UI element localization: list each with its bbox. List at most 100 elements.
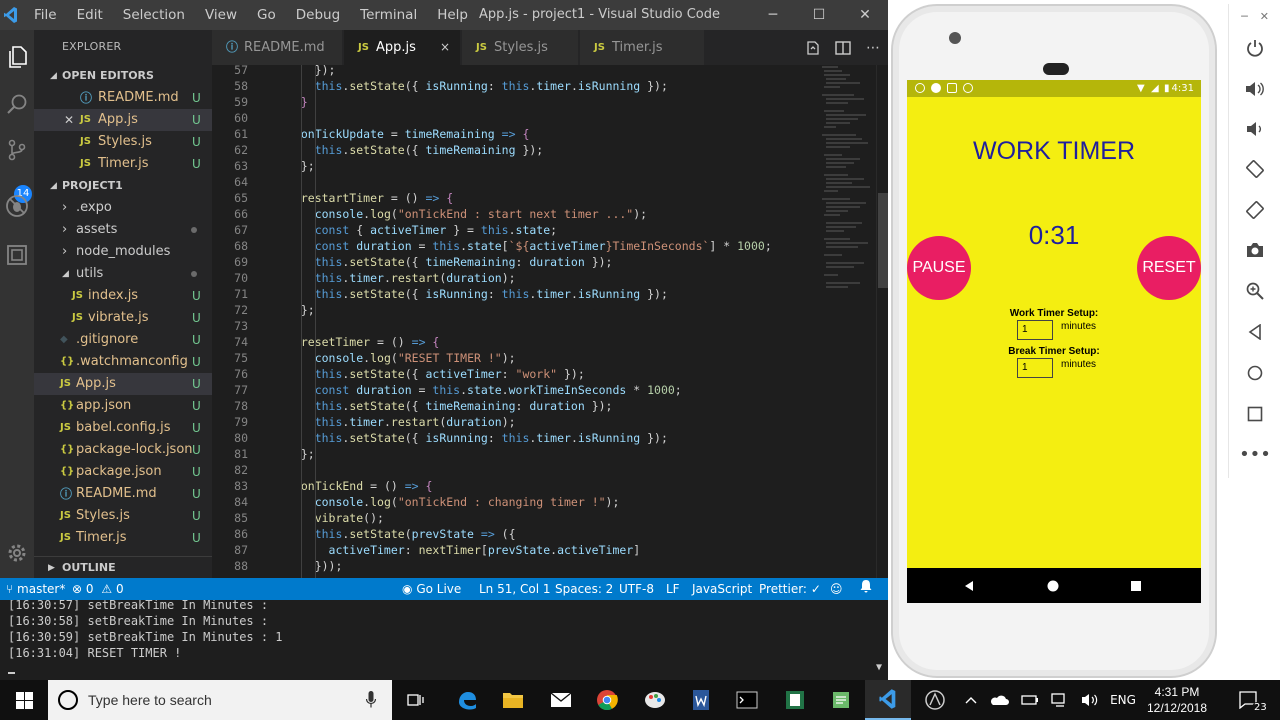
open-editor-item[interactable]: JS Timer.js U xyxy=(34,153,212,175)
file-explorer-icon[interactable] xyxy=(490,680,536,720)
home-icon[interactable] xyxy=(1229,353,1280,393)
tree-item[interactable]: {} app.json U xyxy=(34,395,212,417)
branch-status[interactable]: ⑂ master* xyxy=(6,578,65,600)
menu-edit[interactable]: Edit xyxy=(67,0,113,30)
scrollbar-thumb[interactable] xyxy=(878,193,888,288)
split-editor-icon[interactable] xyxy=(828,30,858,65)
outline-header[interactable]: ▶ OUTLINE xyxy=(34,556,212,578)
overview-icon[interactable] xyxy=(1229,394,1280,434)
feedback-smiley-icon[interactable]: ☺ xyxy=(830,578,843,600)
tree-item[interactable]: › .expo xyxy=(34,197,212,219)
notepad-icon[interactable] xyxy=(818,680,864,720)
tree-item[interactable]: ◢ utils xyxy=(34,263,212,285)
more-options-icon[interactable]: ••• xyxy=(1229,434,1280,474)
chrome-icon[interactable] xyxy=(584,680,630,720)
chevron-up-icon[interactable] xyxy=(960,680,982,720)
windows-start-icon[interactable] xyxy=(0,680,48,720)
mail-icon[interactable] xyxy=(538,680,584,720)
tree-item[interactable]: JS Timer.js U xyxy=(34,527,212,549)
more-actions-icon[interactable]: ⋯ xyxy=(858,30,888,65)
files-icon[interactable] xyxy=(0,37,34,77)
volume-up-icon[interactable] xyxy=(1229,69,1280,109)
terminal-panel[interactable]: [16:30:57] setBreakTime In Minutes : [16:… xyxy=(0,600,888,680)
screenshot-camera-icon[interactable] xyxy=(1229,230,1280,270)
rotate-left-icon[interactable] xyxy=(1229,149,1280,189)
settings-gear-icon[interactable] xyxy=(0,533,34,573)
maximize-icon[interactable]: ☐ xyxy=(796,0,842,30)
open-editor-item[interactable]: ✕ JS App.js U xyxy=(34,109,212,131)
menu-debug[interactable]: Debug xyxy=(286,0,350,30)
menu-terminal[interactable]: Terminal xyxy=(350,0,427,30)
minimap[interactable] xyxy=(820,65,876,578)
onedrive-icon[interactable] xyxy=(984,680,1014,720)
taskbar-search[interactable]: Type here to search xyxy=(48,680,392,720)
back-icon[interactable] xyxy=(959,568,979,603)
open-changes-icon[interactable] xyxy=(798,30,828,65)
indentation-status[interactable]: Spaces: 2 xyxy=(555,578,613,600)
tab-styles-js[interactable]: JS Styles.js xyxy=(462,30,578,65)
home-icon[interactable] xyxy=(1043,568,1063,603)
tree-item[interactable]: › node_modules xyxy=(34,241,212,263)
debug-icon[interactable] xyxy=(0,186,34,226)
minimize-icon[interactable]: ─ xyxy=(1241,10,1248,23)
zoom-icon[interactable] xyxy=(1229,271,1280,311)
close-icon[interactable]: ✕ xyxy=(64,109,74,131)
tree-item[interactable]: JS App.js U xyxy=(34,373,212,395)
power-icon[interactable] xyxy=(1229,28,1280,68)
reset-button[interactable]: RESET xyxy=(1137,236,1201,300)
scroll-down-icon[interactable]: ▼ xyxy=(876,662,882,673)
android-studio-icon[interactable] xyxy=(912,680,958,720)
microphone-icon[interactable] xyxy=(366,691,376,709)
vscode-taskbar-icon[interactable] xyxy=(865,680,911,720)
cursor-position[interactable]: Ln 51, Col 1 xyxy=(479,578,551,600)
prettier-status[interactable]: Prettier: ✓ xyxy=(759,578,821,600)
open-editor-item[interactable]: ⓘ README.md U xyxy=(34,87,212,109)
tree-item[interactable]: {} package-lock.json U xyxy=(34,439,212,461)
tree-item[interactable]: {} .watchmanconfig U xyxy=(34,351,212,373)
close-icon[interactable]: ✕ xyxy=(842,0,888,30)
action-center-icon[interactable]: 23 xyxy=(1222,680,1274,720)
problems-status[interactable]: ⊗ 0 ⚠ 0 xyxy=(72,578,124,600)
extensions-icon[interactable] xyxy=(0,235,34,275)
taskbar-clock[interactable]: 4:31 PM 12/12/2018 xyxy=(1142,684,1212,716)
tree-item[interactable]: JS vibrate.js U xyxy=(34,307,212,329)
menu-selection[interactable]: Selection xyxy=(113,0,195,30)
pause-button[interactable]: PAUSE xyxy=(907,236,971,300)
excel-icon[interactable] xyxy=(772,680,818,720)
menu-view[interactable]: View xyxy=(195,0,247,30)
search-icon[interactable] xyxy=(0,84,34,124)
tree-item[interactable]: JS Styles.js U xyxy=(34,505,212,527)
source-control-icon[interactable] xyxy=(0,130,34,170)
tree-item[interactable]: ◆ .gitignore U xyxy=(34,329,212,351)
tab-app-js[interactable]: JS App.js × xyxy=(344,30,460,65)
notifications-bell-icon[interactable] xyxy=(860,578,872,600)
back-icon[interactable] xyxy=(1229,312,1280,352)
rotate-right-icon[interactable] xyxy=(1229,190,1280,230)
tab-readme-md[interactable]: ⓘ README.md xyxy=(212,30,342,65)
tree-item[interactable]: ⓘ README.md U xyxy=(34,483,212,505)
close-icon[interactable]: ✕ xyxy=(1260,10,1269,23)
volume-down-icon[interactable] xyxy=(1229,109,1280,149)
volume-icon[interactable] xyxy=(1076,680,1104,720)
language-mode[interactable]: JavaScript xyxy=(692,578,752,600)
minimize-icon[interactable]: ─ xyxy=(750,0,796,30)
work-minutes-input[interactable]: 1 xyxy=(1017,320,1053,340)
project-header[interactable]: ◢ PROJECT1 xyxy=(34,175,212,197)
recents-icon[interactable] xyxy=(1126,568,1146,603)
battery-icon[interactable] xyxy=(1016,680,1044,720)
paint-app-icon[interactable] xyxy=(632,680,678,720)
network-icon[interactable] xyxy=(1046,680,1074,720)
code-editor[interactable]: 57 }); 58 this.setState({ isRunning: this… xyxy=(212,65,876,578)
editor-scrollbar[interactable] xyxy=(876,65,888,578)
menu-file[interactable]: File xyxy=(24,0,67,30)
tree-item[interactable]: › assets xyxy=(34,219,212,241)
edge-browser-icon[interactable] xyxy=(444,680,490,720)
tab-timer-js[interactable]: JS Timer.js xyxy=(580,30,704,65)
task-view-icon[interactable] xyxy=(393,680,439,720)
terminal-icon[interactable] xyxy=(724,680,770,720)
menu-go[interactable]: Go xyxy=(247,0,286,30)
encoding-status[interactable]: UTF-8 xyxy=(619,578,654,600)
open-editor-item[interactable]: JS Styles.js U xyxy=(34,131,212,153)
open-editors-header[interactable]: ◢ OPEN EDITORS xyxy=(34,65,212,87)
tree-item[interactable]: JS babel.config.js U xyxy=(34,417,212,439)
